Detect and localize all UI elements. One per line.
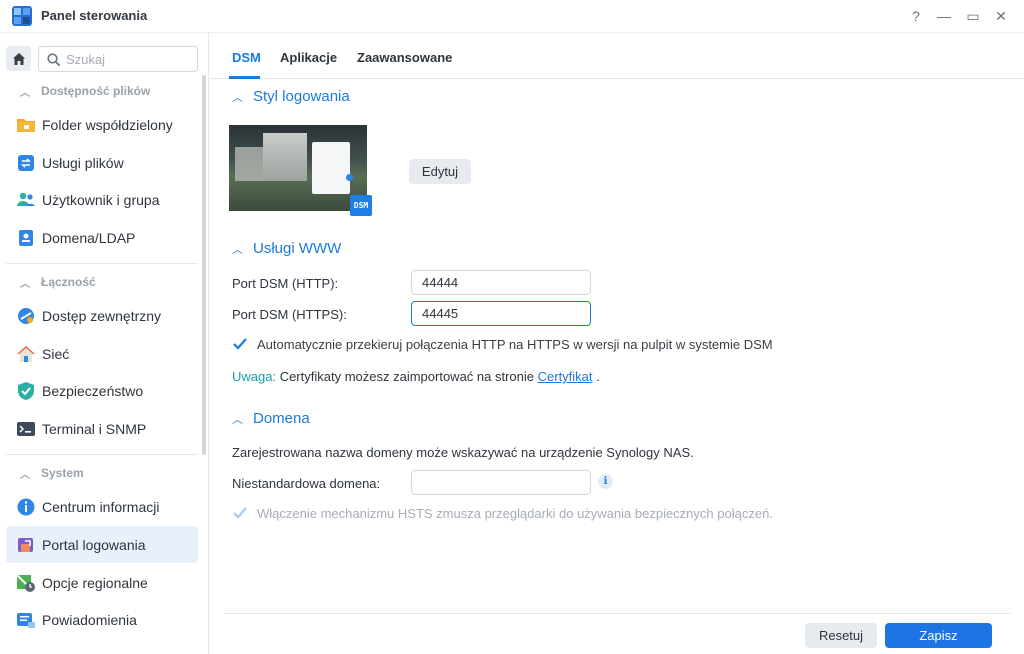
section-title: Domena bbox=[253, 410, 310, 427]
control-panel-app-icon bbox=[12, 6, 32, 26]
login-portal-icon bbox=[18, 537, 33, 552]
window-title: Panel sterowania bbox=[41, 8, 148, 23]
hsts-label: Włączenie mechanizmu HSTS zmusza przeglą… bbox=[257, 505, 773, 521]
section-domain[interactable]: ︿ Domena bbox=[232, 410, 310, 427]
sidebar-item-user-group[interactable]: Użytkownik i grupa bbox=[6, 181, 198, 218]
sidebar-item-notifications[interactable]: Powiadomienia bbox=[6, 601, 198, 638]
sidebar-item-info-center[interactable]: Centrum informacji bbox=[6, 488, 198, 525]
checkmark-icon bbox=[233, 507, 247, 519]
regional-options-icon bbox=[16, 573, 35, 592]
note-text: Certyfikaty możesz zaimportować na stron… bbox=[276, 369, 538, 384]
group-label: System bbox=[41, 466, 84, 480]
sidebar-item-domain-ldap[interactable]: Domena/LDAP bbox=[6, 219, 198, 256]
edit-button[interactable]: Edytuj bbox=[409, 159, 471, 184]
https-port-label: Port DSM (HTTPS): bbox=[232, 307, 347, 322]
tab-dsm[interactable]: DSM bbox=[232, 50, 261, 65]
file-services-icon bbox=[18, 154, 34, 171]
hsts-row: Włączenie mechanizmu HSTS zmusza przeglą… bbox=[232, 505, 773, 521]
checkmark-icon bbox=[233, 338, 247, 350]
network-house-icon bbox=[17, 345, 35, 362]
login-style-preview bbox=[229, 125, 367, 211]
sidebar-scrollbar[interactable] bbox=[202, 75, 206, 455]
http-port-label: Port DSM (HTTP): bbox=[232, 276, 339, 291]
search-box[interactable] bbox=[38, 46, 198, 72]
sidebar-item-regional-options[interactable]: Opcje regionalne bbox=[6, 564, 198, 601]
main-panel: DSM Aplikacje Zaawansowane ︿ Styl logowa… bbox=[210, 33, 1024, 654]
chevron-up-icon: ︿ bbox=[20, 87, 30, 99]
redirect-https-label: Automatycznie przekieruj połączenia HTTP… bbox=[257, 336, 773, 352]
divider bbox=[6, 263, 198, 264]
hsts-checkbox bbox=[232, 505, 248, 521]
tab-advanced[interactable]: Zaawansowane bbox=[357, 50, 452, 65]
user-group-icon bbox=[17, 192, 35, 206]
domain-ldap-icon bbox=[19, 229, 33, 246]
tab-applications[interactable]: Aplikacje bbox=[280, 50, 337, 65]
preview-building-left bbox=[235, 147, 265, 181]
info-icon[interactable]: i bbox=[598, 474, 613, 489]
notifications-icon bbox=[17, 612, 35, 628]
redirect-https-checkbox[interactable] bbox=[232, 336, 248, 352]
sidebar-item-terminal-snmp[interactable]: Terminal i SNMP bbox=[6, 410, 198, 447]
group-label: Dostępność plików bbox=[41, 84, 151, 98]
group-header-file-access[interactable]: ︿ Dostępność plików bbox=[0, 80, 200, 102]
search-input[interactable] bbox=[66, 51, 186, 67]
certificate-link[interactable]: Certyfikat bbox=[538, 369, 593, 384]
redirect-https-row[interactable]: Automatycznie przekieruj połączenia HTTP… bbox=[232, 336, 773, 352]
save-button[interactable]: Zapisz bbox=[885, 623, 992, 648]
section-title: Usługi WWW bbox=[253, 240, 342, 257]
sidebar-item-external-access[interactable]: Dostęp zewnętrzny bbox=[6, 297, 198, 334]
custom-domain-label: Niestandardowa domena: bbox=[232, 476, 381, 491]
dsm-logo-badge: DSM bbox=[350, 195, 372, 216]
shared-folder-icon bbox=[17, 118, 35, 132]
sidebar-item-network[interactable]: Sieć bbox=[6, 335, 198, 372]
info-center-icon bbox=[17, 498, 35, 515]
preview-login-dot bbox=[346, 174, 353, 181]
group-label: Łączność bbox=[41, 275, 96, 289]
note-suffix: . bbox=[592, 369, 600, 384]
preview-login-card bbox=[312, 142, 350, 194]
sidebar-item-shared-folder[interactable]: Folder współdzielony bbox=[6, 106, 198, 143]
sidebar-item-file-services[interactable]: Usługi plików bbox=[6, 144, 198, 181]
domain-description: Zarejestrowana nazwa domeny może wskazyw… bbox=[232, 445, 694, 460]
section-web-services[interactable]: ︿ Usługi WWW bbox=[232, 240, 341, 257]
chevron-up-icon: ︿ bbox=[232, 413, 243, 426]
home-button[interactable] bbox=[6, 46, 31, 71]
tab-bar: DSM Aplikacje Zaawansowane bbox=[210, 33, 1024, 79]
note-prefix: Uwaga: bbox=[232, 369, 277, 384]
security-shield-icon bbox=[18, 381, 34, 400]
search-icon bbox=[47, 52, 60, 66]
footer-divider bbox=[224, 613, 1010, 614]
http-port-input[interactable] bbox=[411, 270, 591, 295]
chevron-up-icon: ︿ bbox=[20, 469, 30, 481]
group-header-system[interactable]: ︿ System bbox=[0, 462, 200, 484]
custom-domain-input[interactable] bbox=[411, 470, 591, 495]
certificate-note: Uwaga: Certyfikaty możesz zaimportować n… bbox=[232, 369, 600, 384]
sidebar: ︿ Dostępność plików Folder współdzielony… bbox=[0, 33, 209, 654]
divider bbox=[6, 454, 198, 455]
external-access-icon bbox=[18, 307, 34, 324]
active-tab-indicator bbox=[229, 76, 260, 79]
section-title: Styl logowania bbox=[253, 88, 350, 105]
preview-building bbox=[263, 133, 307, 181]
chevron-up-icon: ︿ bbox=[20, 278, 30, 290]
close-button[interactable]: ✕ bbox=[990, 5, 1012, 27]
group-header-connectivity[interactable]: ︿ Łączność bbox=[0, 271, 200, 293]
chevron-up-icon: ︿ bbox=[232, 243, 243, 256]
https-port-input[interactable] bbox=[411, 301, 591, 326]
minimize-button[interactable]: — bbox=[933, 5, 955, 27]
reset-button[interactable]: Resetuj bbox=[805, 623, 877, 648]
chevron-up-icon: ︿ bbox=[232, 91, 243, 104]
terminal-icon bbox=[17, 421, 35, 436]
sidebar-item-login-portal[interactable]: Portal logowania bbox=[6, 526, 198, 563]
help-button[interactable]: ? bbox=[905, 5, 927, 27]
sidebar-item-security[interactable]: Bezpieczeństwo bbox=[6, 372, 198, 409]
home-icon bbox=[12, 52, 25, 65]
maximize-button[interactable]: ▭ bbox=[962, 5, 984, 27]
title-bar: Panel sterowania ? — ▭ ✕ bbox=[0, 0, 1024, 33]
section-login-style[interactable]: ︿ Styl logowania bbox=[232, 88, 350, 105]
